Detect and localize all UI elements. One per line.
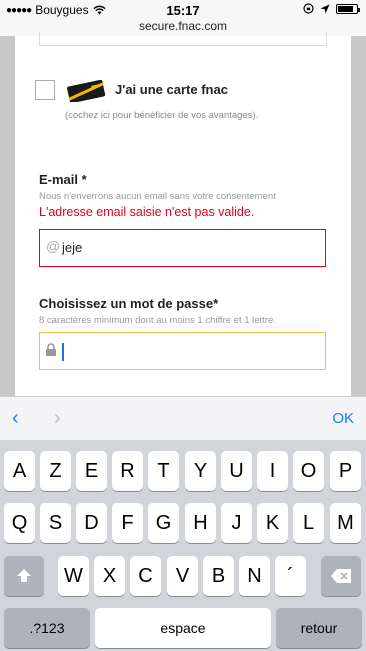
key-a[interactable]: A bbox=[4, 451, 35, 491]
key-j[interactable]: J bbox=[221, 503, 252, 543]
key-g[interactable]: G bbox=[148, 503, 179, 543]
key-o[interactable]: O bbox=[293, 451, 324, 491]
keyboard: A Z E R T Y U I O P Q S D F G H J K L M … bbox=[0, 440, 366, 651]
status-bar: ●●●●● Bouygues 15:17 secure.fnac.com bbox=[0, 0, 366, 36]
email-consent-note: Nous n'enverrons aucun email sans votre … bbox=[39, 191, 276, 202]
key-k[interactable]: K bbox=[257, 503, 288, 543]
previous-field[interactable] bbox=[39, 32, 327, 46]
keyboard-accessory-bar: ‹ › OK bbox=[0, 396, 366, 440]
chevron-right-icon[interactable]: › bbox=[54, 407, 61, 430]
phone-screen: ●●●●● Bouygues 15:17 secure.fnac.com J'a… bbox=[0, 0, 366, 651]
fnac-card-icon bbox=[67, 80, 106, 102]
key-w[interactable]: W bbox=[58, 556, 89, 596]
return-key[interactable]: retour bbox=[276, 608, 362, 648]
fnac-card-checkbox[interactable] bbox=[35, 80, 55, 100]
email-label: E-mail * bbox=[39, 172, 87, 187]
key-y[interactable]: Y bbox=[185, 451, 216, 491]
key-x[interactable]: X bbox=[94, 556, 125, 596]
key-n[interactable]: N bbox=[239, 556, 270, 596]
key-s[interactable]: S bbox=[40, 503, 71, 543]
key-r[interactable]: R bbox=[112, 451, 143, 491]
key-v[interactable]: V bbox=[167, 556, 198, 596]
location-arrow-icon bbox=[320, 4, 330, 13]
battery-icon bbox=[336, 3, 360, 14]
backspace-key[interactable] bbox=[321, 556, 361, 596]
chevron-left-icon[interactable]: ‹ bbox=[12, 407, 19, 430]
email-value[interactable]: jeje bbox=[62, 240, 82, 255]
key-q[interactable]: Q bbox=[4, 503, 35, 543]
key-b[interactable]: B bbox=[203, 556, 234, 596]
at-icon: @ bbox=[46, 238, 61, 254]
url-bar[interactable]: secure.fnac.com bbox=[0, 19, 366, 33]
key-t[interactable]: T bbox=[148, 451, 179, 491]
fnac-card-hint: (cochez ici pour bénéficier de vos avant… bbox=[65, 110, 259, 121]
numbers-key[interactable]: .?123 bbox=[4, 608, 90, 648]
space-key[interactable]: espace bbox=[95, 608, 271, 648]
fnac-card-label[interactable]: J'ai une carte fnac bbox=[115, 82, 228, 97]
key-e[interactable]: E bbox=[76, 451, 107, 491]
key-u[interactable]: U bbox=[221, 451, 252, 491]
shift-arrow-icon bbox=[17, 569, 31, 582]
password-requirements: 8 caractères minimum dont au moins 1 chi… bbox=[39, 315, 276, 326]
ok-button[interactable]: OK bbox=[332, 410, 354, 427]
key-c[interactable]: C bbox=[130, 556, 161, 596]
key-acute-accent[interactable]: ´ bbox=[275, 556, 306, 596]
key-l[interactable]: L bbox=[293, 503, 324, 543]
email-field[interactable]: @ jeje bbox=[39, 229, 326, 267]
status-icons bbox=[303, 3, 360, 14]
rotation-lock-icon bbox=[303, 3, 314, 14]
key-p[interactable]: P bbox=[330, 451, 361, 491]
key-h[interactable]: H bbox=[185, 503, 216, 543]
shift-key[interactable] bbox=[4, 556, 44, 596]
key-m[interactable]: M bbox=[330, 503, 361, 543]
web-page: J'ai une carte fnac (cochez ici pour bén… bbox=[0, 32, 366, 396]
password-label: Choisissez un mot de passe* bbox=[39, 296, 219, 311]
key-z[interactable]: Z bbox=[40, 451, 71, 491]
text-caret bbox=[62, 343, 64, 361]
key-d[interactable]: D bbox=[76, 503, 107, 543]
password-field[interactable] bbox=[39, 332, 326, 370]
lock-icon bbox=[46, 343, 56, 356]
key-i[interactable]: I bbox=[257, 451, 288, 491]
email-error-message: L'adresse email saisie n'est pas valide. bbox=[39, 205, 255, 219]
backspace-icon bbox=[331, 569, 351, 583]
form-card: J'ai une carte fnac (cochez ici pour bén… bbox=[15, 32, 351, 396]
key-f[interactable]: F bbox=[112, 503, 143, 543]
